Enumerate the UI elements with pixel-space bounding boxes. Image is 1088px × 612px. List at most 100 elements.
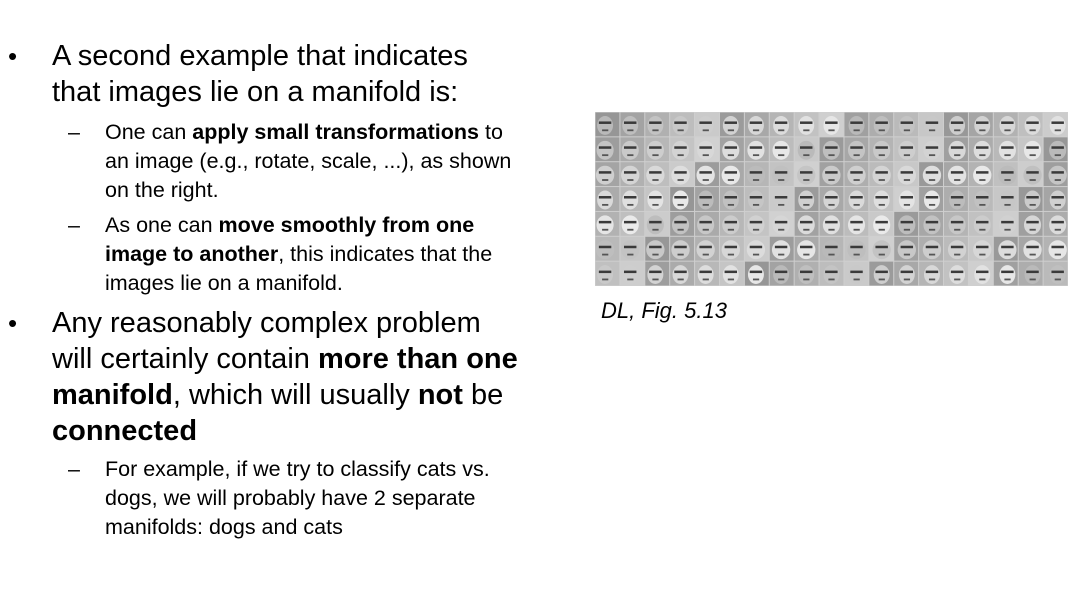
face-thumbnail <box>968 162 993 187</box>
face-thumbnail <box>620 162 645 187</box>
bullet-text-bold: not <box>417 379 463 411</box>
face-thumbnail <box>744 236 769 261</box>
face-thumbnail <box>869 261 894 286</box>
face-thumbnail <box>794 137 819 162</box>
face-thumbnail <box>645 261 670 286</box>
face-thumbnail <box>819 162 844 187</box>
face-thumbnail <box>794 187 819 211</box>
face-thumbnail <box>944 187 968 211</box>
sub-marker: – <box>68 213 80 237</box>
face-thumbnail <box>645 112 670 137</box>
face-thumbnail <box>670 211 695 236</box>
face-thumbnail <box>869 187 894 211</box>
face-thumbnail <box>819 187 844 211</box>
face-thumbnail <box>620 112 645 137</box>
face-thumbnail <box>993 162 1018 187</box>
face-thumbnail <box>595 187 620 211</box>
face-thumbnail <box>944 162 968 187</box>
face-thumbnail <box>595 236 620 261</box>
face-thumbnail <box>595 261 620 286</box>
face-thumbnail <box>645 187 670 211</box>
face-thumbnail <box>1043 236 1068 261</box>
face-thumbnail <box>968 112 993 137</box>
face-thumbnail <box>844 236 869 261</box>
face-thumbnail <box>1018 261 1043 286</box>
face-thumbnail <box>1043 261 1068 286</box>
face-thumbnail <box>744 261 769 286</box>
face-thumbnail <box>894 211 919 236</box>
face-thumbnail <box>869 236 894 261</box>
face-thumbnail <box>1043 112 1068 137</box>
face-thumbnail <box>819 211 844 236</box>
face-thumbnail <box>769 261 794 286</box>
face-thumbnail <box>944 211 968 236</box>
figure-caption: DL, Fig. 5.13 <box>601 298 727 323</box>
face-thumbnail <box>645 236 670 261</box>
face-thumbnail <box>620 211 645 236</box>
face-thumbnail <box>819 261 844 286</box>
sub-marker: – <box>68 457 80 481</box>
bullet-marker: • <box>8 41 18 71</box>
face-thumbnail <box>719 211 744 236</box>
face-thumbnail <box>670 261 695 286</box>
face-thumbnail <box>620 236 645 261</box>
face-thumbnail <box>1018 236 1043 261</box>
face-thumbnail <box>944 236 968 261</box>
face-thumbnail <box>894 187 919 211</box>
sub-text-pre: As one can <box>105 213 219 237</box>
face-thumbnail <box>819 112 844 137</box>
face-thumbnail <box>670 137 695 162</box>
face-thumbnail <box>993 211 1018 236</box>
face-thumbnail <box>968 137 993 162</box>
face-thumbnail <box>1018 137 1043 162</box>
face-thumbnail <box>919 236 944 261</box>
face-thumbnail <box>719 187 744 211</box>
face-thumbnail <box>819 137 844 162</box>
face-thumbnail <box>695 236 719 261</box>
face-thumbnail <box>844 261 869 286</box>
face-thumbnail <box>719 261 744 286</box>
face-thumbnail <box>919 261 944 286</box>
face-thumbnail <box>968 236 993 261</box>
face-thumbnail <box>620 187 645 211</box>
face-thumbnail <box>1018 211 1043 236</box>
bullet-text-mid: , which will usually <box>172 379 418 411</box>
sub-text-bold: apply small transformations <box>192 120 479 144</box>
face-thumbnail <box>620 137 645 162</box>
face-thumbnail <box>894 261 919 286</box>
face-transformation-figure <box>595 112 1068 286</box>
face-thumbnail <box>844 162 869 187</box>
face-thumbnail <box>794 162 819 187</box>
face-thumbnail <box>695 261 719 286</box>
face-thumbnail <box>968 261 993 286</box>
face-thumbnail <box>894 137 919 162</box>
face-thumbnail <box>695 162 719 187</box>
sub-marker: – <box>68 120 80 144</box>
face-thumbnail <box>769 187 794 211</box>
sub-item-small-transformations: – One can apply small transformations to… <box>68 118 525 205</box>
face-thumbnail <box>944 261 968 286</box>
face-thumbnail <box>869 112 894 137</box>
face-thumbnail <box>1018 162 1043 187</box>
face-thumbnail <box>993 112 1018 137</box>
face-thumbnail <box>744 112 769 137</box>
face-thumbnail <box>894 162 919 187</box>
bullet-text-bold: connected <box>52 415 198 447</box>
face-thumbnail <box>769 211 794 236</box>
face-thumbnail <box>670 236 695 261</box>
face-thumbnail <box>993 187 1018 211</box>
face-thumbnail <box>670 162 695 187</box>
bullet-text-mid: be <box>462 379 504 411</box>
face-thumbnail <box>719 137 744 162</box>
bullet-marker: • <box>8 308 18 338</box>
face-thumbnail <box>595 112 620 137</box>
face-thumbnail <box>844 211 869 236</box>
face-thumbnail <box>919 112 944 137</box>
face-thumbnail <box>794 261 819 286</box>
face-thumbnail <box>1043 137 1068 162</box>
face-thumbnail <box>620 261 645 286</box>
face-thumbnail <box>670 112 695 137</box>
face-thumbnail <box>869 211 894 236</box>
face-thumbnail <box>595 162 620 187</box>
face-thumbnail <box>968 187 993 211</box>
